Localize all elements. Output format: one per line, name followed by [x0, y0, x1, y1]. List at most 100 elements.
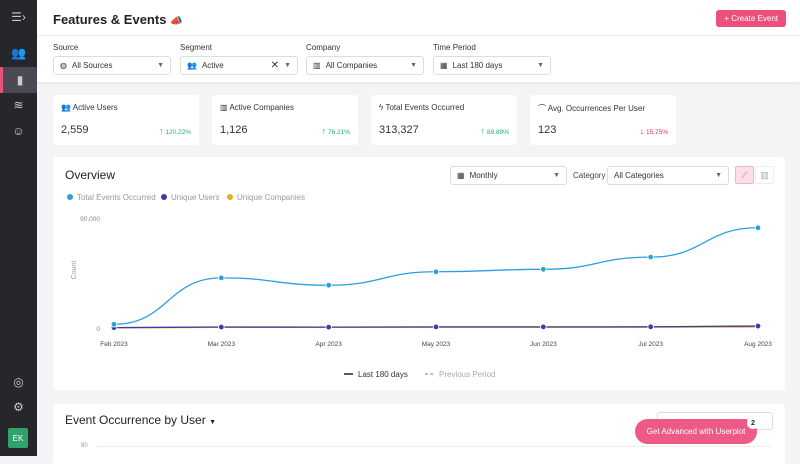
card-title-text: Active Companies: [229, 103, 294, 112]
data-point: [540, 266, 547, 273]
chevron-down-icon: ▼: [410, 62, 417, 69]
get-advanced-button[interactable]: Get Advanced with Userplot: [635, 419, 757, 444]
card-value: 2,559: [61, 124, 89, 136]
data-point: [218, 323, 225, 331]
x-tick-label: Jun 2023: [530, 341, 557, 348]
data-point: [540, 323, 547, 331]
card-title: ϟ Total Events Occurred: [379, 103, 464, 112]
card-change: ↑ 120.22%: [159, 126, 191, 136]
card-value: 1,126: [220, 124, 248, 136]
data-point: [218, 274, 225, 282]
layers-icon[interactable]: ≋: [0, 92, 37, 118]
bell-curve-icon: ⌒: [538, 104, 546, 113]
card-title-text: Avg. Occurrences Per User: [547, 104, 645, 113]
chevron-down-icon: ▼: [209, 419, 216, 426]
period-select[interactable]: ▦ Last 180 days ▼: [433, 56, 551, 75]
arrow-up-icon: ↑: [480, 126, 486, 136]
legend-marker: [67, 194, 73, 200]
page-title: Features & Events 📣: [53, 12, 183, 27]
users-icon[interactable]: 👥: [0, 40, 37, 66]
sidebar: ☰› 👥 ▮ ≋ ☺ ◎ ⚙ EK: [0, 0, 37, 456]
data-point: [432, 323, 440, 331]
stat-card: ⌒ Avg. Occurrences Per User 123 ↓ 15.75%: [530, 95, 676, 145]
period-value: Last 180 days: [452, 61, 503, 70]
clear-icon[interactable]: ✕: [271, 60, 279, 71]
filters-bar: Source ◍ All Sources ▼ Segment 👥 Active ✕ ▼ C…: [37, 36, 800, 82]
card-title: ⌒ Avg. Occurrences Per User: [538, 103, 645, 114]
card-value: 123: [538, 124, 557, 136]
company-label: Company: [306, 43, 341, 52]
y-axis-label: Count: [71, 261, 78, 280]
change-value: 89.89%: [486, 129, 509, 136]
segment-value: Active: [201, 61, 224, 70]
settings-icon[interactable]: ⚙: [0, 394, 37, 420]
legend-label: Total Events Occurred: [77, 193, 156, 202]
y-tick-label: 90,000: [80, 216, 100, 223]
change-value: 15.75%: [645, 129, 668, 136]
globe-icon: ◍: [60, 61, 67, 70]
card-change: ↑ 76.21%: [322, 126, 350, 136]
data-point: [647, 253, 654, 261]
legend-label: Unique Companies: [237, 193, 305, 202]
legend-label: Unique Users: [171, 193, 219, 202]
data-point: [754, 224, 762, 231]
legend-marker: [227, 194, 233, 200]
calendar-icon: ▦: [440, 61, 448, 70]
title-text: Features & Events: [53, 12, 167, 27]
segment-select[interactable]: 👥 Active ✕ ▼: [180, 56, 298, 75]
card-title: ▥ Active Companies: [220, 103, 294, 112]
users-icon: 👥: [61, 103, 71, 112]
x-tick-label: Feb 2023: [100, 341, 128, 348]
source-select[interactable]: ◍ All Sources ▼: [53, 56, 171, 75]
series-line: [113, 227, 759, 325]
header: Features & Events 📣 + Create Event: [37, 0, 800, 36]
data-point: [110, 321, 118, 328]
change-value: 76.21%: [327, 129, 350, 136]
data-point: [325, 323, 332, 331]
arrow-down-icon: ↓: [639, 126, 645, 136]
source-label: Source: [53, 43, 79, 52]
x-tick-label: Apr 2023: [315, 341, 342, 348]
legend-marker: [161, 194, 167, 200]
change-value: 120.22%: [165, 129, 191, 136]
title-text: Event Occurrence by User: [65, 413, 206, 427]
company-select[interactable]: ▥ All Companies ▼: [306, 56, 424, 75]
card-change: ↓ 15.75%: [640, 126, 668, 136]
card-value: 313,327: [379, 124, 419, 136]
data-point: [432, 268, 440, 275]
previous-legend-label: Previous Period: [439, 370, 495, 379]
period-label: Time Period: [433, 43, 476, 52]
building-icon: ▥: [313, 61, 321, 70]
help-icon[interactable]: ◎: [0, 369, 37, 395]
data-point: [647, 323, 654, 330]
arrow-up-icon: ↑: [159, 126, 164, 136]
period-legend-label: Last 180 days: [358, 370, 408, 379]
megaphone-icon: 📣: [170, 16, 183, 27]
segment-label: Segment: [180, 43, 213, 52]
x-tick-label: May 2023: [422, 341, 451, 348]
lightning-icon: ϟ: [379, 103, 384, 112]
gridline: [97, 446, 771, 447]
stat-card: 👥 Active Users 2,559 ↑ 120.22%: [53, 95, 199, 145]
card-title-text: Total Events Occurred: [385, 103, 465, 112]
event-occurrence-title[interactable]: Event Occurrence by User ▼: [65, 413, 216, 427]
data-point: [325, 282, 332, 289]
x-tick-label: Aug 2023: [744, 341, 772, 348]
menu-toggle-icon[interactable]: ☰›: [0, 4, 37, 30]
chevron-down-icon: ▼: [537, 62, 544, 69]
source-value: All Sources: [71, 61, 113, 70]
y-tick: 80: [81, 443, 88, 449]
overview-chart: Total Events Occurred Unique Users Unique …: [67, 193, 772, 379]
avatar[interactable]: EK: [8, 428, 28, 448]
analytics-icon[interactable]: ▮: [0, 67, 37, 93]
card-change: ↑ 89.89%: [481, 126, 509, 136]
x-tick-label: Mar 2023: [208, 341, 236, 348]
notification-badge: 2: [747, 417, 759, 429]
smile-icon[interactable]: ☺: [0, 118, 37, 144]
y-tick-label: 0: [96, 326, 100, 333]
arrow-up-icon: ↑: [321, 126, 327, 136]
data-point: [754, 322, 762, 330]
stat-card: ϟ Total Events Occurred 313,327 ↑ 89.89%: [371, 95, 517, 145]
users-icon: 👥: [187, 61, 197, 70]
create-event-button[interactable]: + Create Event: [716, 10, 786, 27]
